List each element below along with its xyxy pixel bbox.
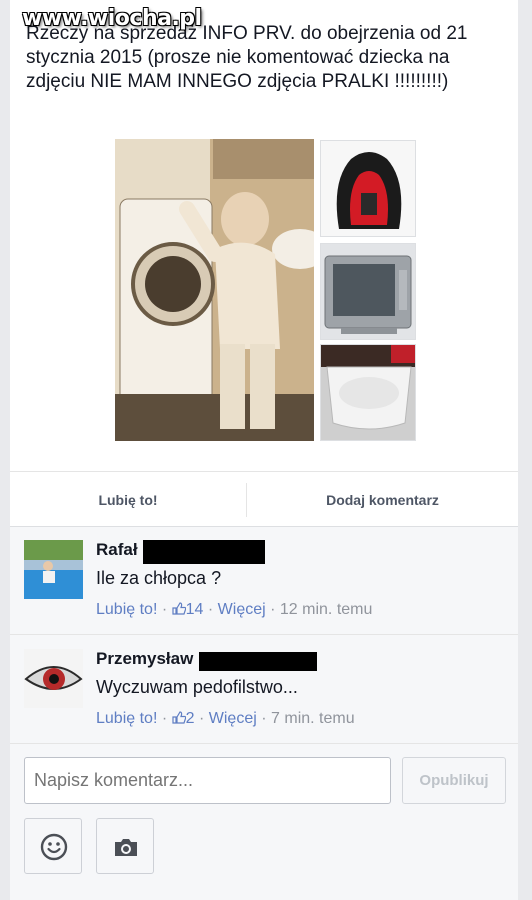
separator: · xyxy=(198,710,209,727)
like-button[interactable]: Lubię to! xyxy=(10,472,246,528)
like-count[interactable]: 14 xyxy=(172,601,204,618)
washing-machine-child-photo-icon xyxy=(115,139,314,441)
add-comment-button[interactable]: Dodaj komentarz xyxy=(246,483,518,517)
tv-photo[interactable] xyxy=(320,243,416,340)
thumbs-up-icon xyxy=(172,711,186,724)
bathtub-photo-icon xyxy=(321,345,415,440)
comment: Rafał Ile za chłopca ? Lubię to! · 14 · … xyxy=(10,527,518,635)
camera-button[interactable] xyxy=(96,818,154,874)
comment-time: 12 min. temu xyxy=(279,601,373,618)
emoji-button[interactable] xyxy=(24,818,82,874)
comment-meta: Lubię to! · 2 · Więcej · 7 min. temu xyxy=(96,710,355,728)
post-text: Rzeczy na sprzedaż INFO PRV. do obejrzen… xyxy=(26,23,468,92)
car-seat-photo-icon xyxy=(321,141,415,236)
separator: · xyxy=(207,601,218,618)
separator: · xyxy=(261,710,272,727)
redaction-bar xyxy=(199,652,317,671)
main-photo[interactable] xyxy=(115,139,314,441)
separator: · xyxy=(161,601,172,618)
bathtub-photo[interactable] xyxy=(320,344,416,441)
comment-text: Ile za chłopca ? xyxy=(96,568,222,588)
separator: · xyxy=(161,710,172,727)
camera-icon xyxy=(115,839,137,856)
comment-input[interactable] xyxy=(24,757,391,804)
comment-time: 7 min. temu xyxy=(271,710,355,727)
like-count-value: 2 xyxy=(185,710,195,727)
avatar-pool-icon xyxy=(24,540,83,599)
more-link[interactable]: Więcej xyxy=(218,601,266,618)
more-link[interactable]: Więcej xyxy=(209,710,257,727)
watermark: www.wiocha.pl xyxy=(22,6,202,31)
comment-like-link[interactable]: Lubię to! xyxy=(96,601,157,618)
smiley-icon xyxy=(40,833,68,861)
tv-photo-icon xyxy=(321,244,415,339)
comment-author[interactable]: Przemysław xyxy=(96,649,193,669)
post-actions-bar: Lubię to! Dodaj komentarz xyxy=(10,471,518,527)
like-count-value: 14 xyxy=(185,601,204,618)
like-count[interactable]: 2 xyxy=(172,710,195,727)
comment: Przemysław Wyczuwam pedofilstwo... Lubię… xyxy=(10,636,518,744)
comment-text: Wyczuwam pedofilstwo... xyxy=(96,677,298,697)
avatar[interactable] xyxy=(24,649,83,708)
comment-meta: Lubię to! · 14 · Więcej · 12 min. temu xyxy=(96,601,372,619)
car-seat-photo[interactable] xyxy=(320,140,416,237)
avatar[interactable] xyxy=(24,540,83,599)
comment-like-link[interactable]: Lubię to! xyxy=(96,710,157,727)
thumbs-up-icon xyxy=(172,602,186,615)
redaction-bar xyxy=(143,540,265,564)
separator: · xyxy=(270,601,280,618)
avatar-eye-icon xyxy=(24,649,83,708)
publish-button[interactable]: Opublikuj xyxy=(402,757,506,804)
comment-author[interactable]: Rafał xyxy=(96,540,138,560)
